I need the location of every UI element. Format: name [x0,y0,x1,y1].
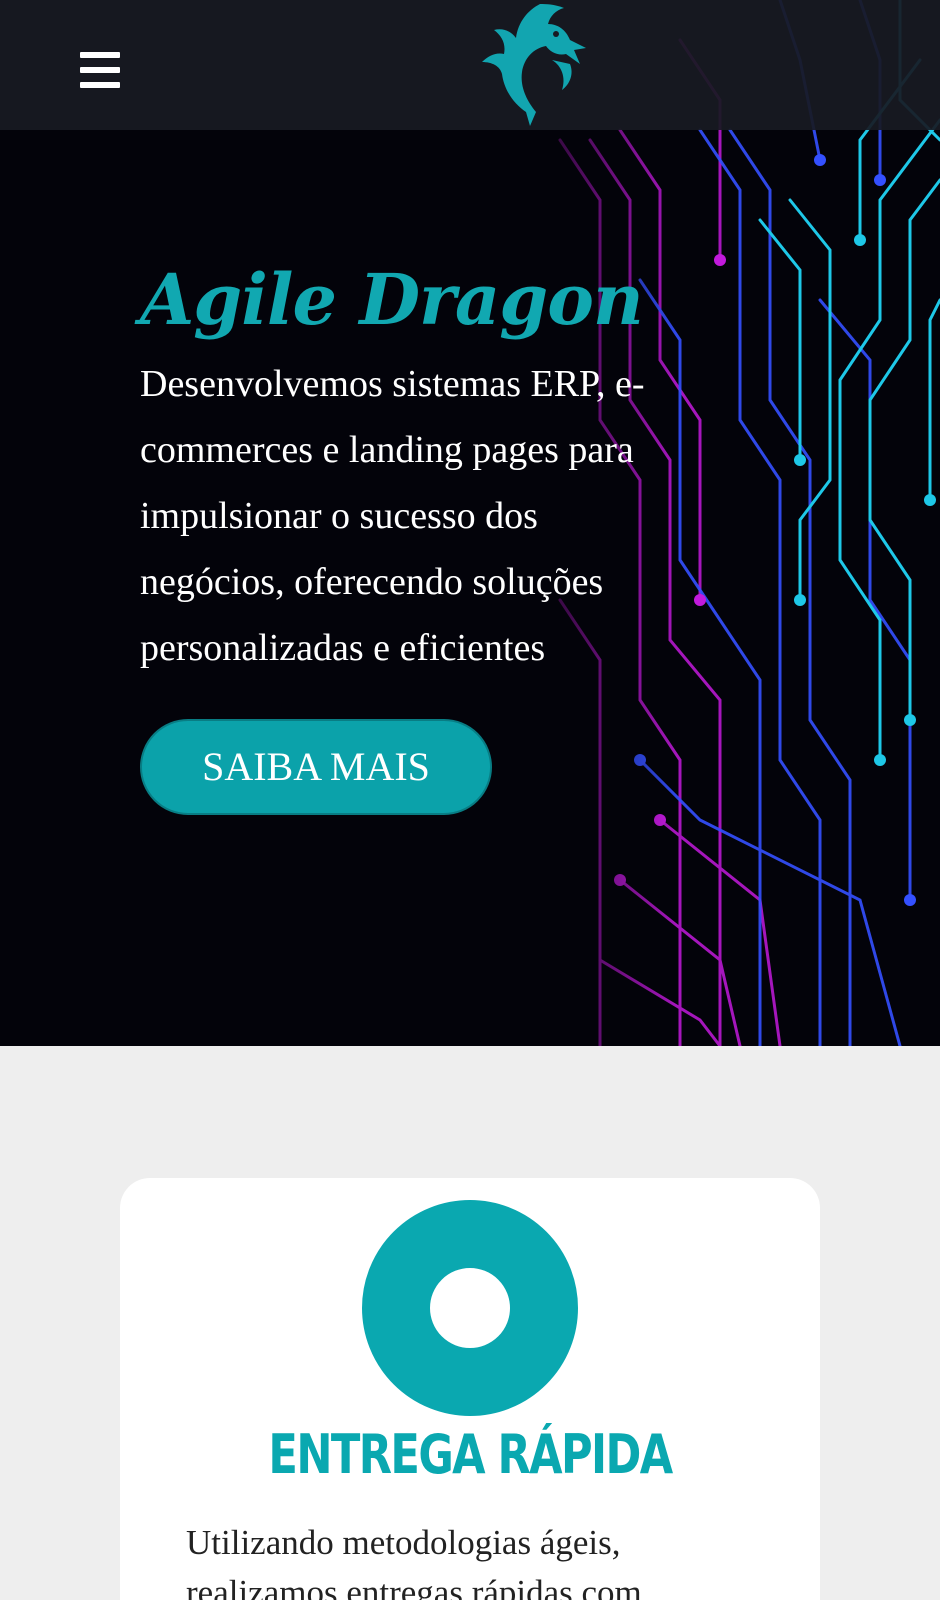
hero-section: Agile Dragon Desenvolvemos sistemas ERP,… [0,0,940,1046]
brand-title: Agile Dragon [140,258,644,341]
feature-description: Utilizando metodologias ágeis, realizamo… [186,1523,642,1600]
dragon-logo-icon[interactable] [470,0,600,130]
saiba-mais-button[interactable]: SAIBA MAIS [140,719,492,815]
feature-title: ENTREGA RÁPIDA [268,1423,673,1486]
feature-card: ENTREGA RÁPIDA Utilizando metodologias á… [120,1178,820,1600]
hamburger-menu-icon[interactable] [76,48,126,92]
hero-content: Agile Dragon Desenvolvemos sistemas ERP,… [140,255,680,815]
hero-tagline: Desenvolvemos sistemas ERP, e-commerces … [140,363,645,669]
ring-icon [362,1200,578,1416]
top-navigation-bar [0,0,940,130]
